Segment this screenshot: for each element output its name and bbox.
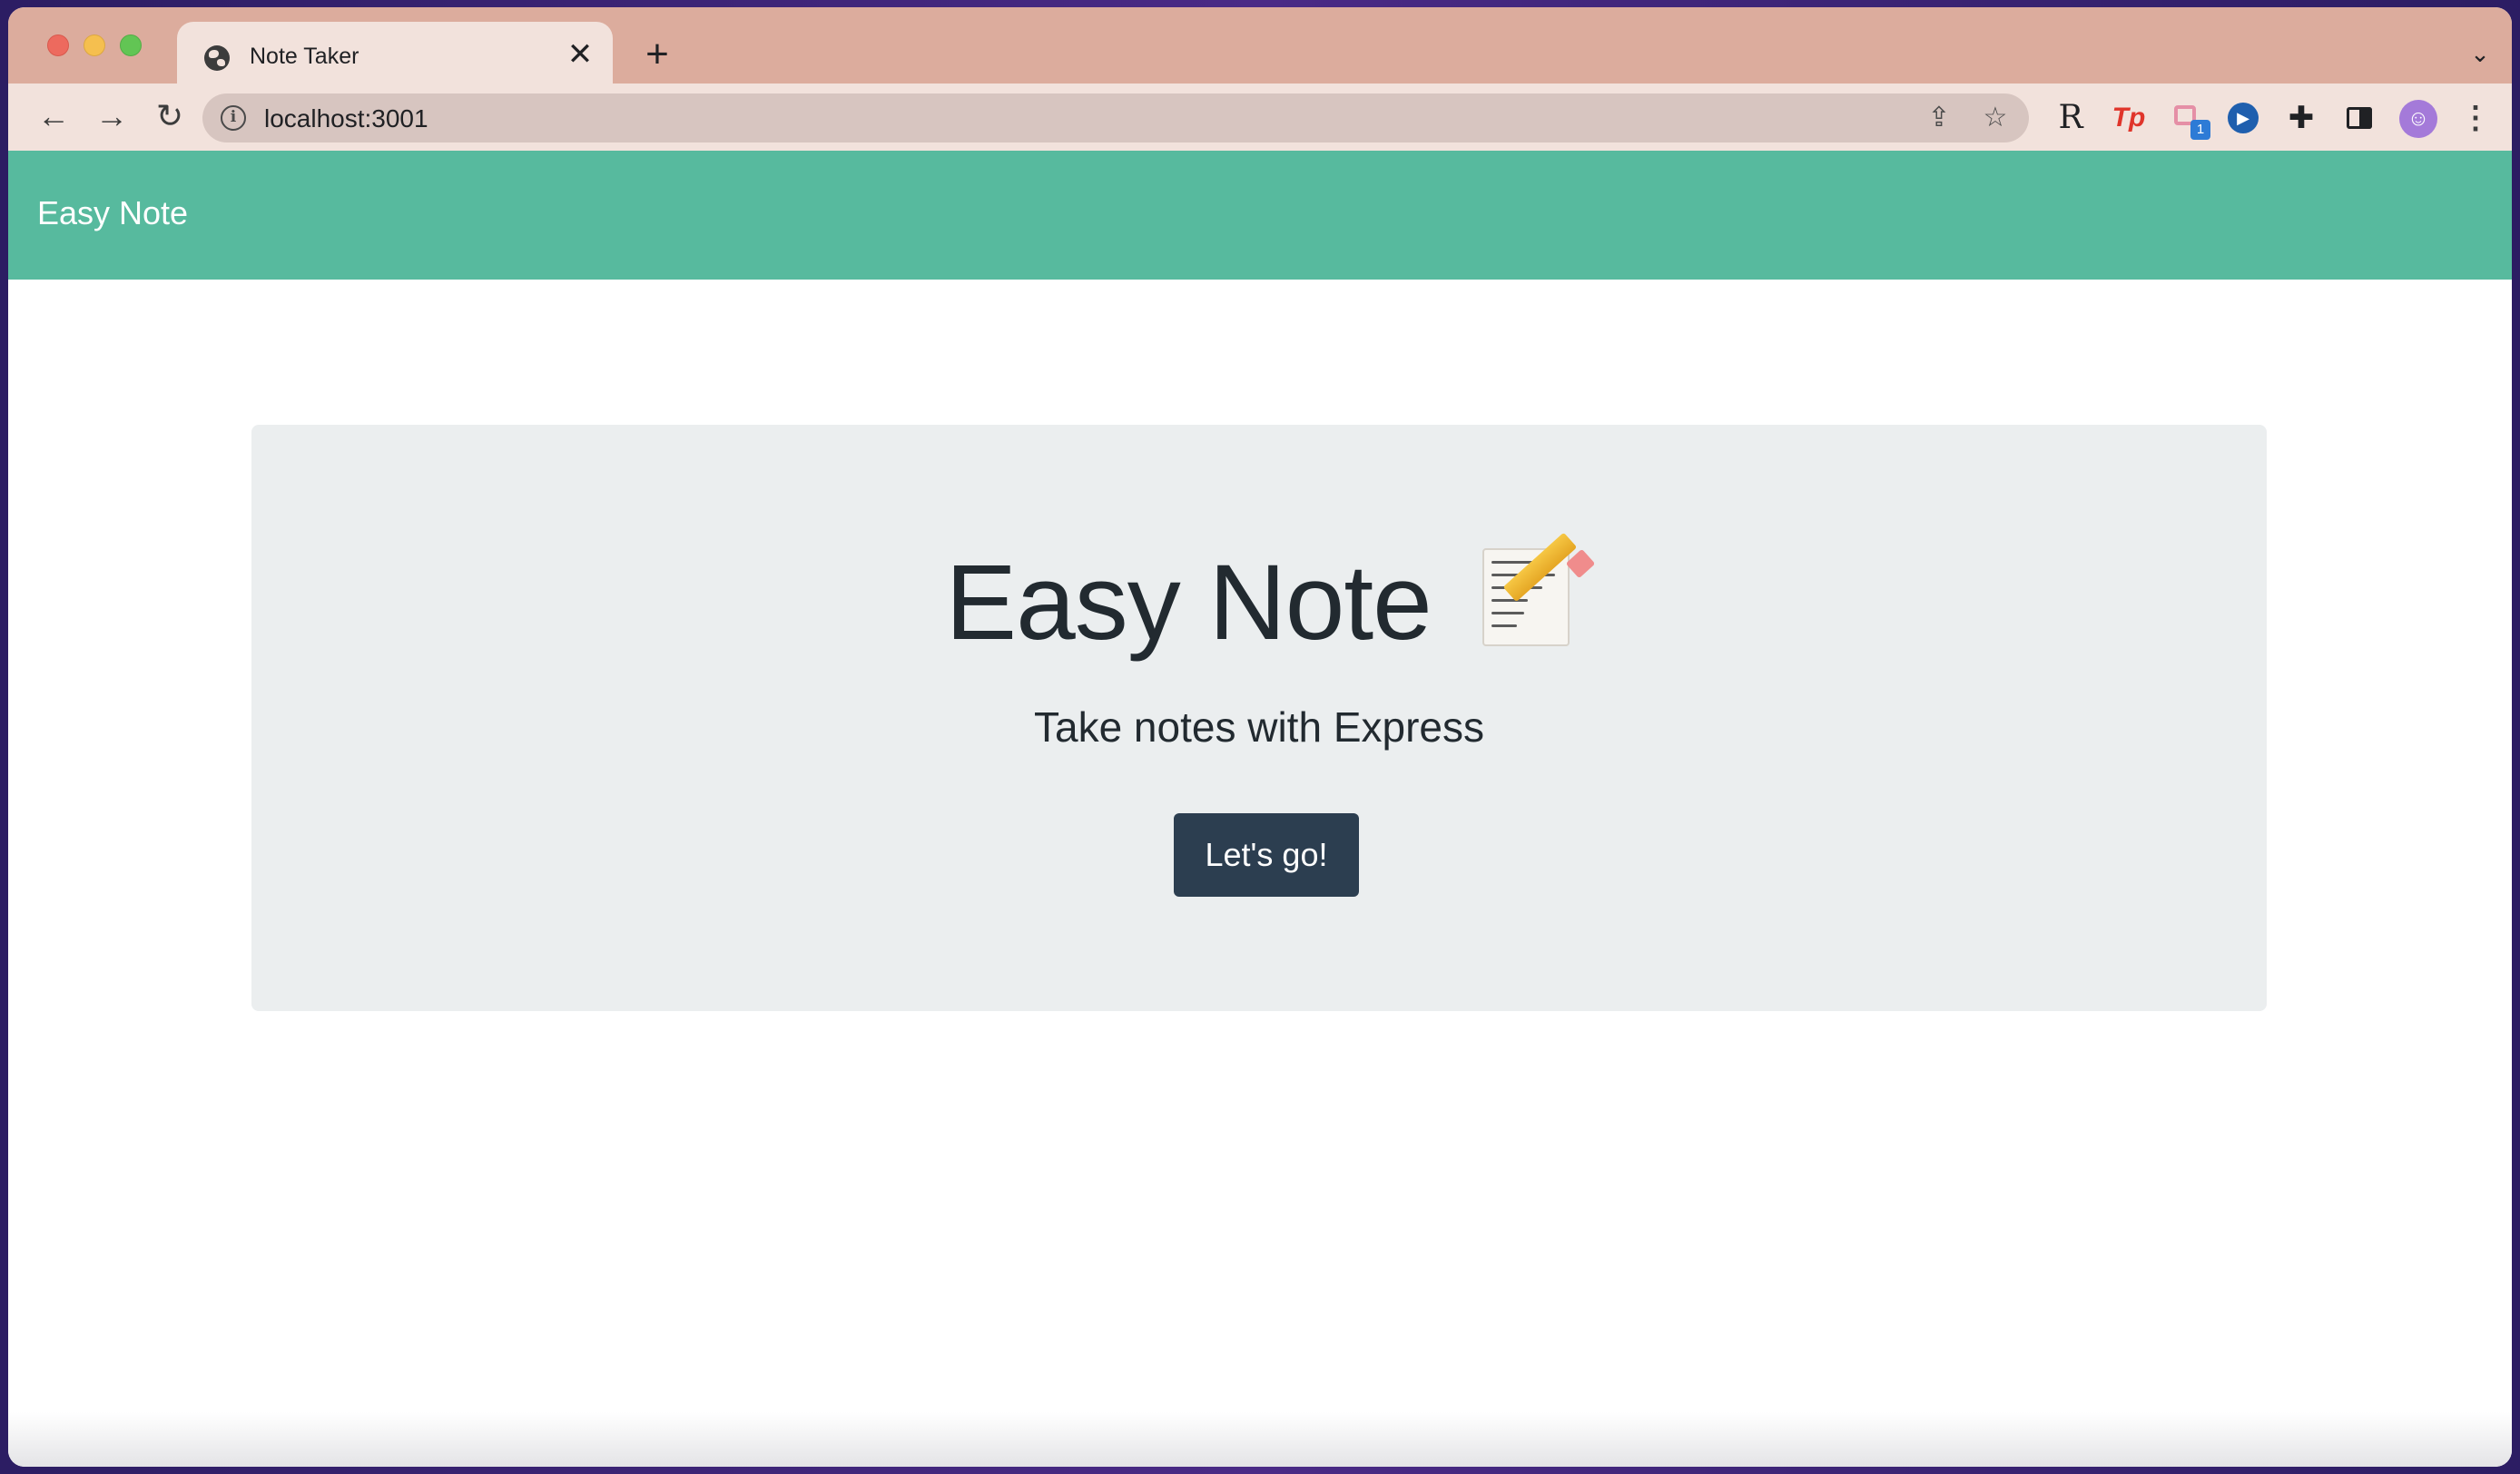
close-icon[interactable]: ✕ bbox=[564, 38, 596, 71]
tab-strip: Note Taker ✕ + ⌄ bbox=[8, 7, 2512, 84]
extension-badge: 1 bbox=[2190, 120, 2210, 140]
globe-icon bbox=[204, 45, 230, 71]
address-url[interactable]: localhost:3001 bbox=[264, 104, 428, 133]
bottom-shadow bbox=[8, 1412, 2512, 1467]
chevron-down-icon[interactable]: ⌄ bbox=[2466, 40, 2494, 67]
hero-title: Easy Note bbox=[251, 532, 2267, 664]
profile-avatar[interactable]: ☺ bbox=[2399, 100, 2437, 138]
share-icon[interactable]: ⇪ bbox=[1922, 101, 1956, 135]
bookmark-star-icon[interactable]: ☆ bbox=[1978, 101, 2013, 135]
forward-button[interactable]: → bbox=[92, 96, 132, 136]
address-bar[interactable]: i localhost:3001 ⇪ ☆ bbox=[202, 93, 2029, 142]
minimize-window-button[interactable] bbox=[84, 34, 105, 56]
avatar-icon: ☺ bbox=[2399, 100, 2437, 138]
browser-window: Note Taker ✕ + ⌄ ← → ↻ i localhost:3001 … bbox=[8, 7, 2512, 1467]
new-tab-button[interactable]: + bbox=[639, 34, 675, 74]
browser-menu-icon[interactable]: ⋮ bbox=[2457, 100, 2494, 136]
page-content: Easy Note Easy Note Take notes with Expr… bbox=[8, 151, 2512, 1467]
tab-title: Note Taker bbox=[250, 44, 359, 69]
app-navbar: Easy Note bbox=[8, 151, 2512, 280]
hero-subtitle: Take notes with Express bbox=[1033, 703, 1484, 751]
hero-title-text: Easy Note bbox=[945, 543, 1432, 663]
play-icon: ▶ bbox=[2228, 103, 2259, 133]
lets-go-button[interactable]: Let's go! bbox=[1174, 813, 1359, 897]
navbar-brand[interactable]: Easy Note bbox=[37, 194, 188, 232]
tp-extension-icon[interactable]: Tp bbox=[2111, 100, 2147, 136]
r-extension-icon[interactable]: R bbox=[2052, 100, 2089, 136]
hero-jumbotron: Easy Note Take notes with Express Let's … bbox=[251, 425, 2267, 1011]
reload-button[interactable]: ↻ bbox=[150, 96, 190, 136]
tab-extension-icon[interactable]: 1 bbox=[2169, 100, 2210, 140]
tab-note-taker[interactable]: Note Taker ✕ bbox=[177, 22, 613, 84]
zoom-window-button[interactable] bbox=[120, 34, 142, 56]
side-panel-icon[interactable] bbox=[2341, 100, 2377, 136]
back-button[interactable]: ← bbox=[34, 96, 74, 136]
browser-toolbar: ← → ↻ i localhost:3001 ⇪ ☆ R Tp 1 ▶ ✚ ☺ … bbox=[8, 84, 2512, 158]
extensions-puzzle-icon[interactable]: ✚ bbox=[2283, 100, 2319, 136]
site-info-icon[interactable]: i bbox=[221, 105, 246, 131]
close-window-button[interactable] bbox=[47, 34, 69, 56]
memo-icon bbox=[1481, 532, 1595, 650]
play-extension-icon[interactable]: ▶ bbox=[2225, 100, 2261, 136]
